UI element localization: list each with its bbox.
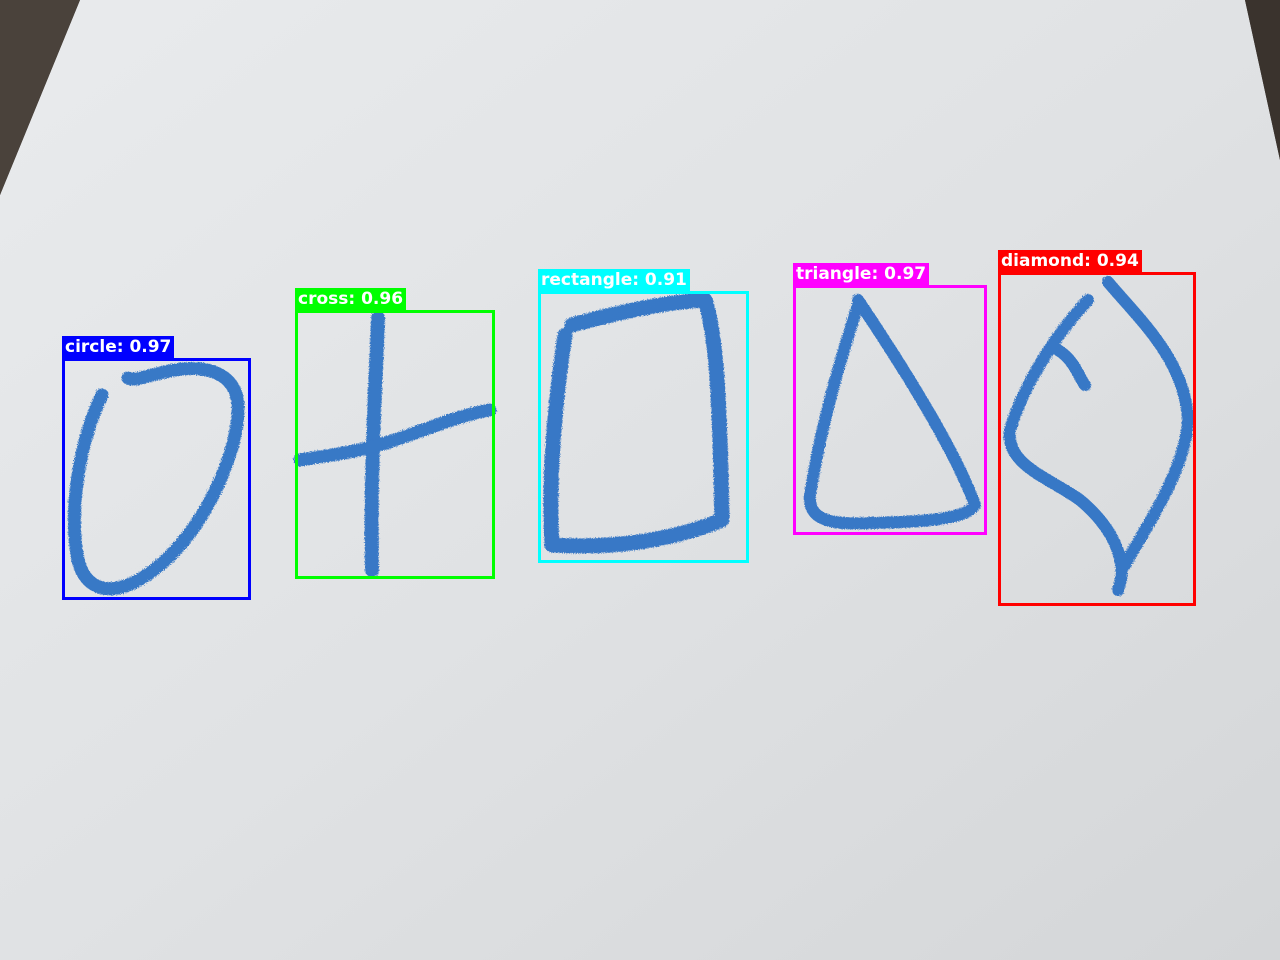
detection-label-triangle: triangle: 0.97 — [793, 263, 930, 285]
detection-label-diamond: diamond: 0.94 — [998, 250, 1142, 272]
detection-label-cross: cross: 0.96 — [295, 288, 407, 310]
detection-label-circle: circle: 0.97 — [62, 336, 175, 358]
detection-label-rectangle: rectangle: 0.91 — [538, 269, 690, 291]
photo-scene: circle: 0.97 cross: 0.96 rectangle: 0.91… — [0, 0, 1280, 960]
detection-box-cross: cross: 0.96 — [295, 288, 495, 579]
detection-box-triangle: triangle: 0.97 — [793, 263, 987, 535]
detection-box-diamond: diamond: 0.94 — [998, 250, 1196, 606]
detection-box-circle: circle: 0.97 — [62, 336, 251, 600]
detection-box-rectangle: rectangle: 0.91 — [538, 269, 749, 563]
